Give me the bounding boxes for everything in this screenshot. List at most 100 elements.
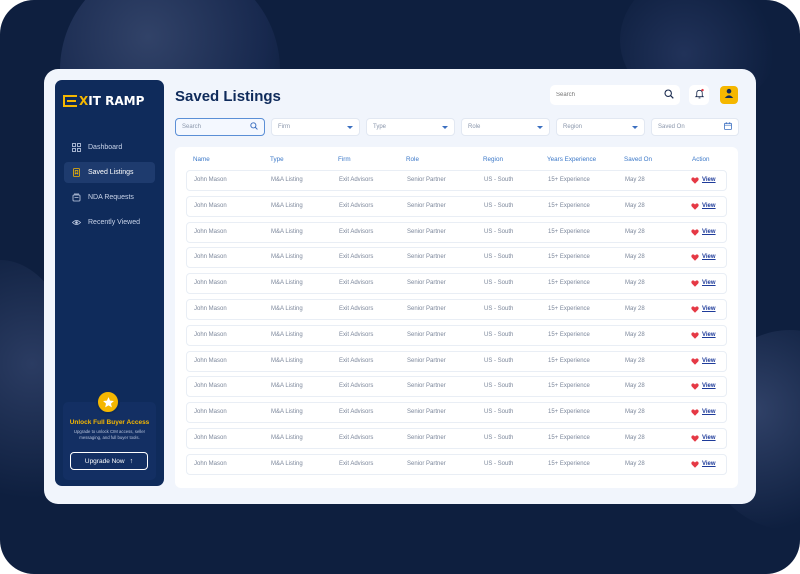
table-row[interactable]: John Mason M&A Listing Exit Advisors Senior… bbox=[186, 427, 727, 449]
view-link[interactable]: View bbox=[702, 171, 716, 190]
table-row[interactable]: John Mason M&A Listing Exit Advisors Senior… bbox=[186, 350, 727, 372]
cell-name: John Mason bbox=[194, 460, 227, 467]
role-filter-dropdown[interactable]: Role bbox=[461, 118, 550, 136]
sidebar-item-label: NDA Requests bbox=[88, 194, 134, 201]
table-row[interactable]: John Mason M&A Listing Exit Advisors Senior… bbox=[186, 376, 727, 398]
heart-icon[interactable] bbox=[691, 332, 699, 339]
heart-icon[interactable] bbox=[691, 383, 699, 391]
cell-region: US - South bbox=[484, 383, 514, 390]
table-row[interactable]: John Mason M&A Listing Exit Advisors Senior… bbox=[186, 298, 727, 320]
cell-role: Senior Partner bbox=[407, 357, 446, 364]
heart-icon[interactable] bbox=[691, 409, 699, 416]
column-header-firm[interactable]: Firm bbox=[338, 153, 351, 167]
view-link[interactable]: View bbox=[702, 197, 716, 216]
table-row[interactable]: John Mason M&A Listing Exit Advisors Senior… bbox=[186, 453, 727, 475]
view-link[interactable]: View bbox=[702, 300, 716, 319]
cell-years-experience: 15+ Experience bbox=[548, 305, 590, 312]
global-search[interactable] bbox=[550, 85, 680, 105]
cell-region: US - South bbox=[484, 177, 514, 183]
cell-firm: Exit Advisors bbox=[339, 202, 374, 209]
column-header-type[interactable]: Type bbox=[270, 153, 284, 167]
cell-years-experience: 15+ Experience bbox=[548, 357, 590, 364]
table-row[interactable]: John Mason M&A Listing Exit Advisors Senior… bbox=[186, 195, 727, 217]
heart-icon[interactable] bbox=[691, 435, 699, 442]
star-icon bbox=[96, 390, 120, 414]
cell-saved-on: May 28 bbox=[625, 383, 645, 390]
heart-icon[interactable] bbox=[691, 306, 699, 313]
avatar[interactable] bbox=[720, 86, 738, 104]
view-link[interactable]: View bbox=[702, 248, 716, 267]
table-row[interactable]: John Mason M&A Listing Exit Advisors Senior… bbox=[186, 402, 727, 424]
view-link[interactable]: View bbox=[702, 377, 716, 396]
view-link[interactable]: View bbox=[702, 223, 716, 242]
view-link[interactable]: View bbox=[702, 429, 716, 448]
chevron-down-icon bbox=[632, 125, 638, 129]
cell-region: US - South bbox=[484, 280, 514, 287]
grid-icon bbox=[72, 143, 81, 152]
sidebar: XIT RAMP Dashboard Saved Listings NDA Re… bbox=[55, 80, 164, 486]
cell-name: John Mason bbox=[194, 331, 227, 338]
table-search-field[interactable]: Search bbox=[175, 118, 265, 136]
cell-firm: Exit Advisors bbox=[339, 254, 374, 261]
region-filter-dropdown[interactable]: Region bbox=[556, 118, 645, 136]
cell-region: US - South bbox=[484, 331, 514, 338]
column-header-role[interactable]: Role bbox=[406, 153, 419, 167]
column-header-years-experience[interactable]: Years Experience bbox=[547, 153, 596, 167]
cell-years-experience: 15+ Experience bbox=[548, 228, 590, 235]
role-filter-label: Role bbox=[468, 124, 481, 130]
firm-filter-dropdown[interactable]: Firm bbox=[271, 118, 360, 136]
upgrade-now-button[interactable]: Upgrade Now ↑ bbox=[70, 452, 148, 470]
type-filter-label: Type bbox=[373, 124, 387, 130]
cell-saved-on: May 28 bbox=[625, 409, 645, 416]
heart-icon[interactable] bbox=[691, 203, 699, 210]
cell-role: Senior Partner bbox=[407, 305, 446, 312]
cell-saved-on: May 28 bbox=[625, 357, 645, 364]
column-header-saved-on[interactable]: Saved On bbox=[624, 153, 652, 167]
heart-icon[interactable] bbox=[691, 177, 699, 184]
promo-text: Upgrade to unlock CIM access, seller mes… bbox=[73, 429, 146, 440]
saved-on-date-filter[interactable]: Saved On bbox=[651, 118, 739, 136]
search-icon[interactable] bbox=[664, 86, 674, 104]
table-row[interactable]: John Mason M&A Listing Exit Advisors Senior… bbox=[186, 170, 727, 191]
sidebar-item-dashboard[interactable]: Dashboard bbox=[64, 137, 155, 158]
type-filter-dropdown[interactable]: Type bbox=[366, 118, 455, 136]
cell-years-experience: 15+ Experience bbox=[548, 280, 590, 287]
cell-role: Senior Partner bbox=[407, 280, 446, 287]
table-row[interactable]: John Mason M&A Listing Exit Advisors Senior… bbox=[186, 273, 727, 295]
cell-type: M&A Listing bbox=[271, 280, 303, 287]
column-header-region[interactable]: Region bbox=[483, 153, 503, 167]
heart-icon[interactable] bbox=[691, 280, 699, 287]
heart-icon[interactable] bbox=[691, 461, 699, 468]
view-link[interactable]: View bbox=[702, 326, 716, 345]
heart-icon[interactable] bbox=[691, 254, 699, 262]
view-link[interactable]: View bbox=[702, 352, 716, 371]
view-link[interactable]: View bbox=[702, 403, 716, 422]
heart-icon[interactable] bbox=[691, 229, 699, 236]
view-link[interactable]: View bbox=[702, 455, 716, 474]
sidebar-item-recently-viewed[interactable]: Recently Viewed bbox=[64, 212, 155, 233]
cell-type: M&A Listing bbox=[271, 409, 303, 416]
cell-name: John Mason bbox=[194, 434, 227, 441]
heart-icon[interactable] bbox=[691, 358, 699, 365]
column-header-name[interactable]: Name bbox=[193, 153, 210, 167]
view-link[interactable]: View bbox=[702, 274, 716, 293]
cell-years-experience: 15+ Experience bbox=[548, 331, 590, 338]
table-search-placeholder: Search bbox=[182, 124, 202, 130]
search-icon[interactable] bbox=[250, 122, 258, 132]
cell-years-experience: 15+ Experience bbox=[548, 202, 590, 209]
global-search-input[interactable] bbox=[556, 92, 646, 98]
cell-role: Senior Partner bbox=[407, 383, 446, 390]
saved-on-filter-label: Saved On bbox=[658, 124, 685, 130]
sidebar-item-nda-requests[interactable]: NDA Requests bbox=[64, 187, 155, 208]
table-row[interactable]: John Mason M&A Listing Exit Advisors Senior… bbox=[186, 247, 727, 269]
brand-logo[interactable]: XIT RAMP bbox=[63, 94, 157, 108]
upgrade-button-label: Upgrade Now bbox=[84, 457, 125, 465]
column-header-action: Action bbox=[692, 156, 710, 163]
cell-type: M&A Listing bbox=[271, 383, 303, 390]
sidebar-item-saved-listings[interactable]: Saved Listings bbox=[64, 162, 155, 183]
table-row[interactable]: John Mason M&A Listing Exit Advisors Senior… bbox=[186, 324, 727, 346]
notifications-button[interactable] bbox=[689, 85, 709, 105]
cell-firm: Exit Advisors bbox=[339, 460, 374, 467]
table-row[interactable]: John Mason M&A Listing Exit Advisors Senior… bbox=[186, 221, 727, 243]
cell-saved-on: May 28 bbox=[625, 434, 645, 441]
